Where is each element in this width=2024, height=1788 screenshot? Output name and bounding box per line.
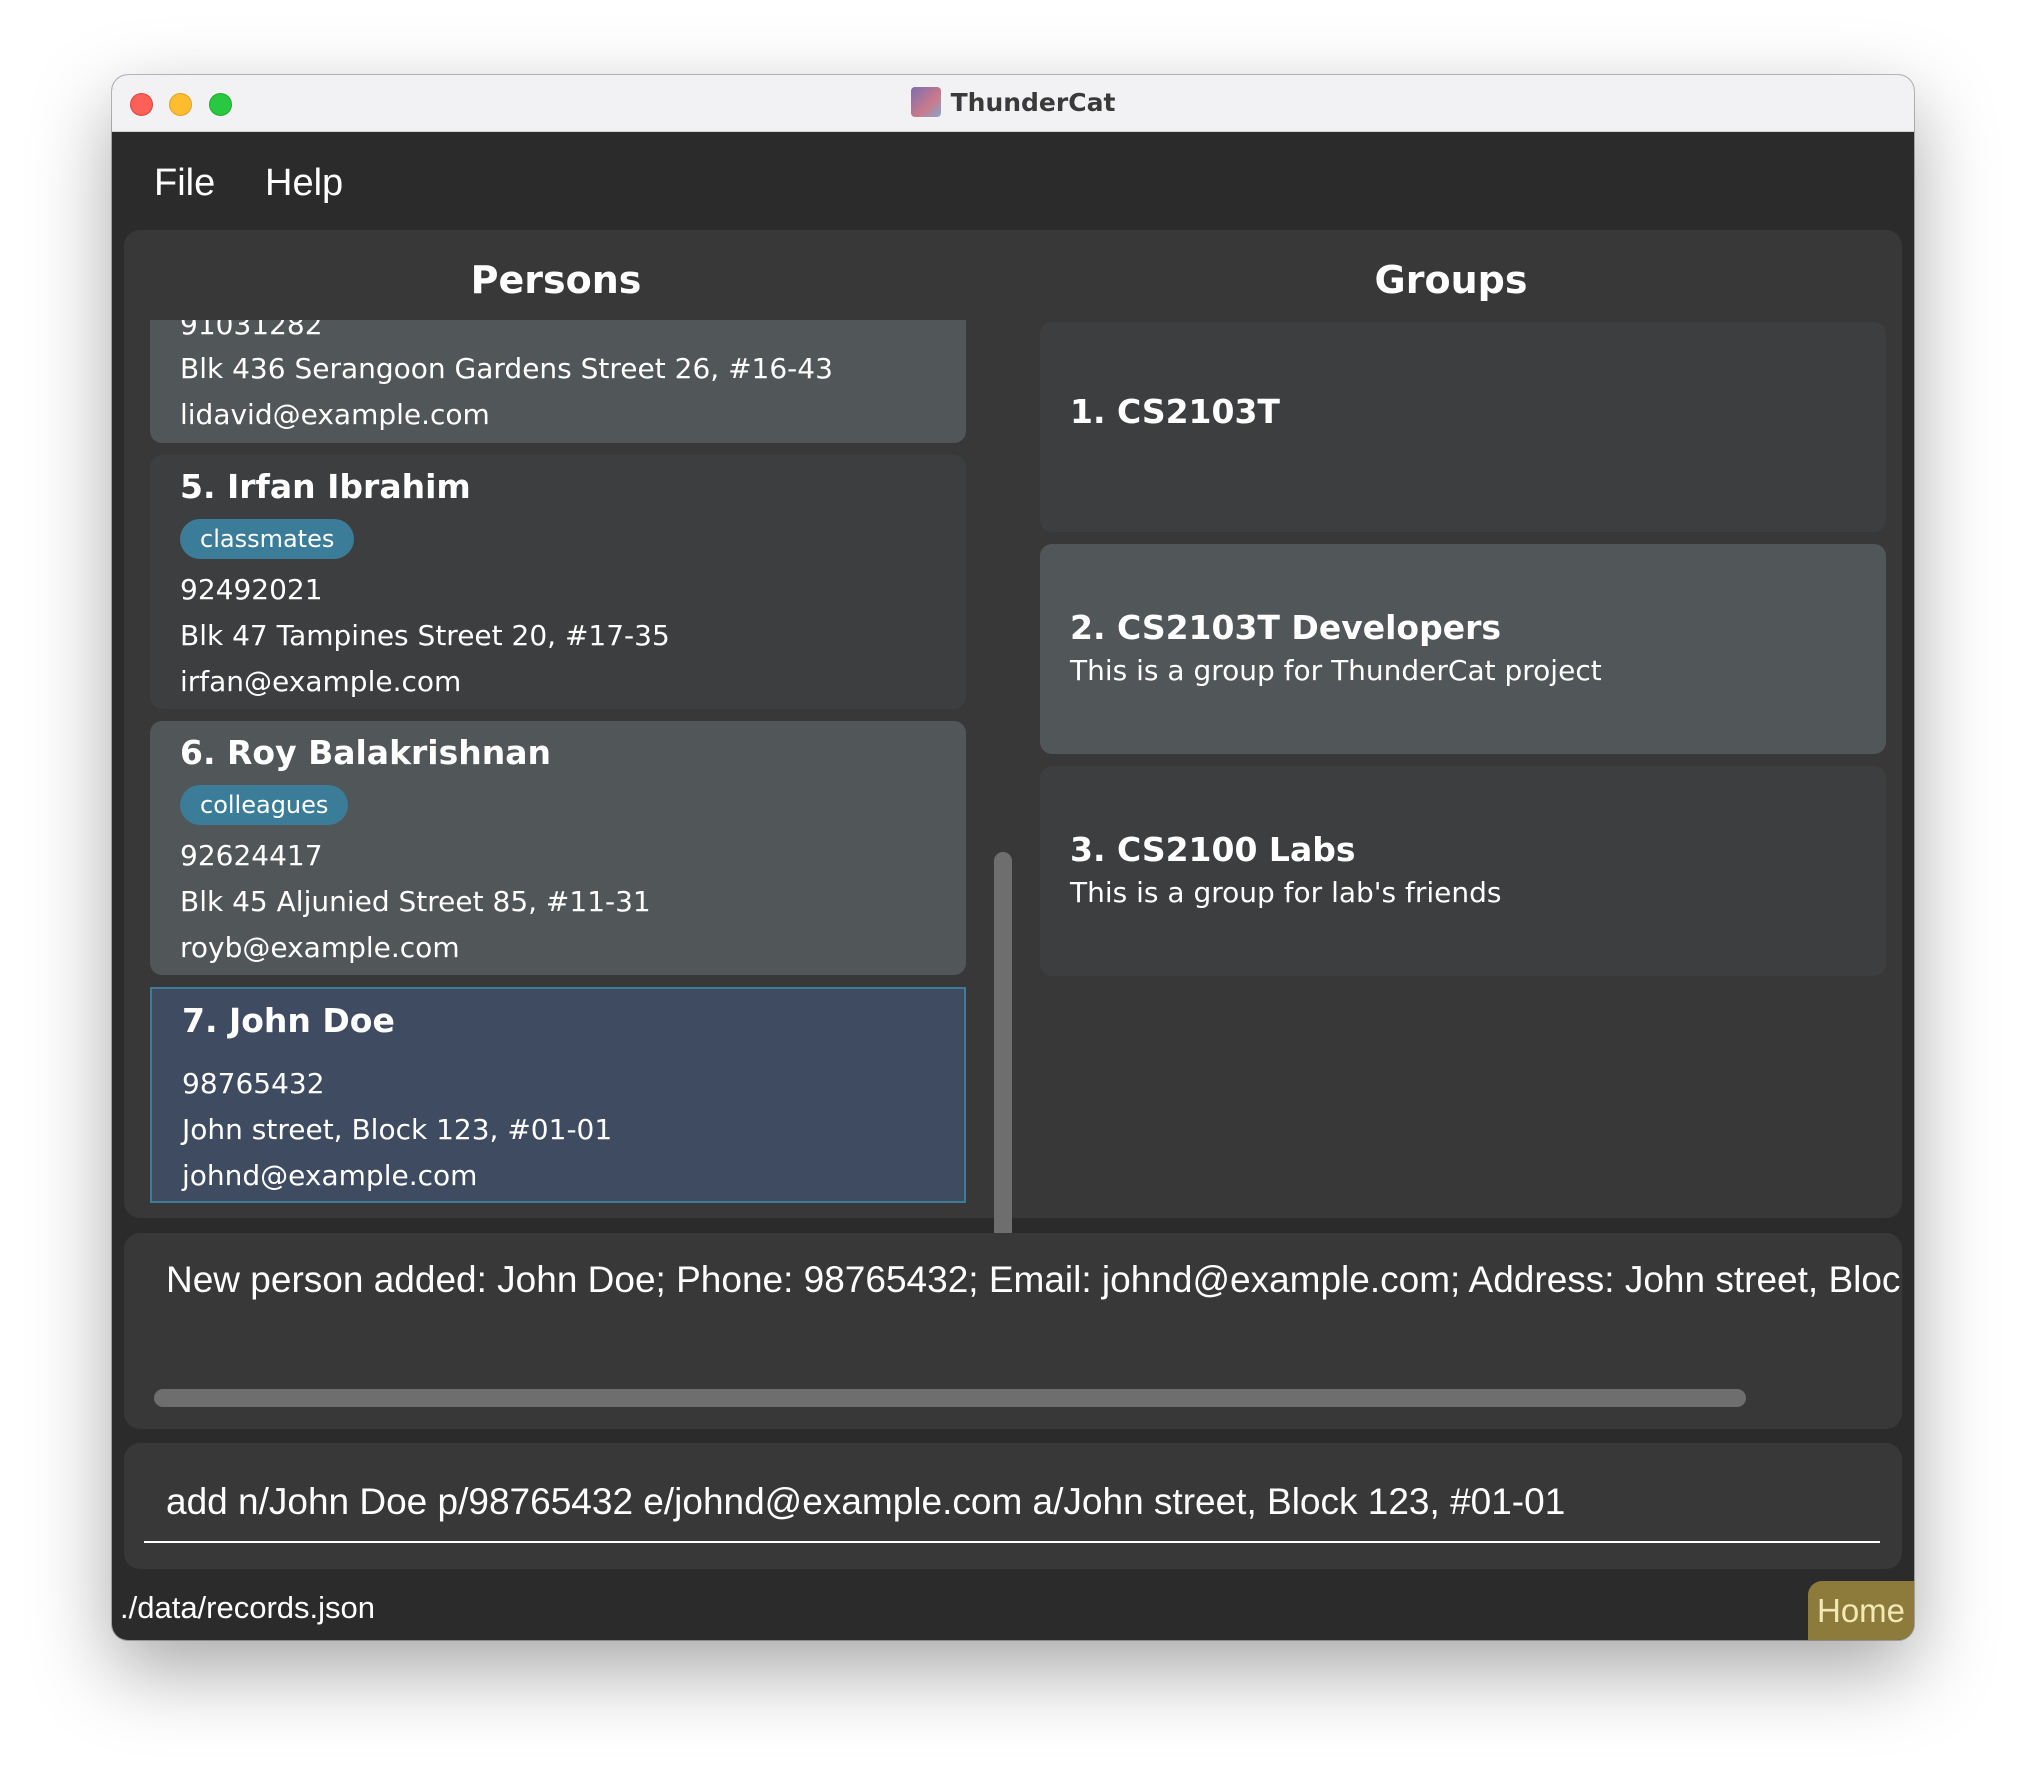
group-title: 1. CS2103T <box>1070 392 1280 431</box>
groups-header: Groups <box>1374 258 1528 302</box>
result-message: New person added: John Doe; Phone: 98765… <box>166 1259 1902 1300</box>
group-card[interactable]: 1. CS2103T <box>1040 322 1886 532</box>
lists-pane: Persons Groups 91031282 Blk 436 Serangoo… <box>124 230 1902 1274</box>
person-list-scrollbar[interactable] <box>994 852 1012 1274</box>
person-phone: 91031282 <box>180 320 323 341</box>
group-description: This is a group for lab's friends <box>1070 876 1502 909</box>
person-address: Blk 47 Tampines Street 20, #17-35 <box>180 619 670 652</box>
person-phone: 92624417 <box>180 839 323 872</box>
person-address: Blk 436 Serangoon Gardens Street 26, #16… <box>180 352 833 385</box>
app-window: ThunderCat File Help Persons Groups 9103… <box>112 75 1914 1640</box>
group-card[interactable]: 3. CS2100 Labs This is a group for lab's… <box>1040 766 1886 976</box>
person-phone: 98765432 <box>182 1067 325 1100</box>
person-card[interactable]: 6. Roy Balakrishnan colleagues 92624417 … <box>150 721 966 975</box>
person-email: johnd@example.com <box>182 1159 478 1192</box>
title-bar: ThunderCat <box>112 75 1914 132</box>
app-logo-icon <box>910 87 941 117</box>
person-tag: colleagues <box>180 785 349 825</box>
group-card[interactable]: 2. CS2103T Developers This is a group fo… <box>1040 544 1886 754</box>
person-name: 5. Irfan Ibrahim <box>180 467 471 506</box>
home-button[interactable]: Home <box>1808 1581 1914 1640</box>
window-title-text: ThunderCat <box>950 88 1116 117</box>
person-name: 7. John Doe <box>182 1001 395 1040</box>
person-email: irfan@example.com <box>180 665 462 698</box>
person-tag: classmates <box>180 519 355 559</box>
person-email: lidavid@example.com <box>180 398 490 431</box>
person-address: Blk 45 Aljunied Street 85, #11-31 <box>180 885 651 918</box>
group-title: 3. CS2100 Labs <box>1070 830 1356 869</box>
person-card[interactable]: 5. Irfan Ibrahim classmates 92492021 Blk… <box>150 455 966 709</box>
persons-header: Persons <box>470 258 642 302</box>
window-title: ThunderCat <box>112 87 1914 117</box>
group-description: This is a group for ThunderCat project <box>1070 654 1602 687</box>
group-title: 2. CS2103T Developers <box>1070 608 1501 647</box>
person-name: 6. Roy Balakrishnan <box>180 733 551 772</box>
result-display: New person added: John Doe; Phone: 98765… <box>124 1233 1902 1429</box>
person-list[interactable]: 91031282 Blk 436 Serangoon Gardens Stree… <box>150 320 968 1208</box>
person-email: royb@example.com <box>180 931 460 964</box>
menu-file[interactable]: File <box>154 162 215 205</box>
person-phone: 92492021 <box>180 573 323 606</box>
person-address: John street, Block 123, #01-01 <box>182 1113 613 1146</box>
menu-help[interactable]: Help <box>265 162 343 205</box>
result-scrollbar[interactable] <box>154 1389 1746 1407</box>
command-input[interactable] <box>144 1463 1880 1543</box>
menu-bar: File Help <box>112 132 1914 222</box>
command-box <box>124 1443 1902 1569</box>
person-card-selected[interactable]: 7. John Doe 98765432 John street, Block … <box>150 987 966 1203</box>
person-card[interactable]: 91031282 Blk 436 Serangoon Gardens Stree… <box>150 320 966 443</box>
status-file-path: ./data/records.json <box>120 1590 376 1625</box>
